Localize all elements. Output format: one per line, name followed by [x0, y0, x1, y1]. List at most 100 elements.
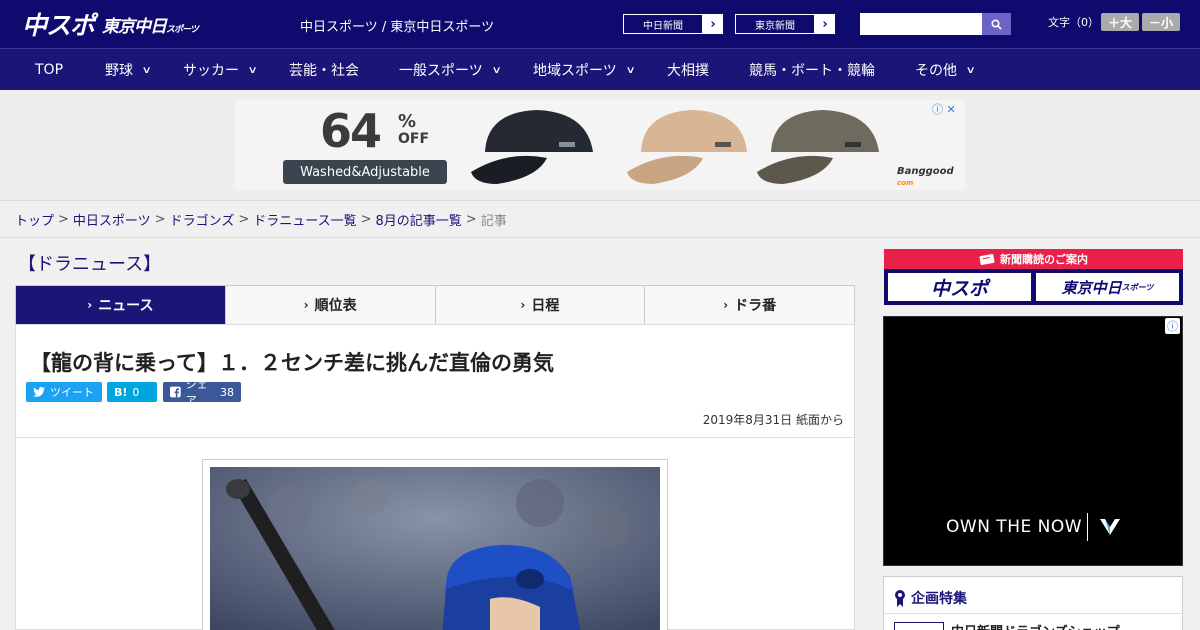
subscribe-tokyo-chunichi-button[interactable]: 東京中日 スポーツ — [1036, 273, 1179, 301]
cap-beige-image — [627, 110, 747, 184]
nav-item-label: TOP — [35, 62, 64, 78]
tab-label: ドラ番 — [734, 298, 777, 314]
nav-item-label: 大相撲 — [667, 63, 709, 79]
breadcrumb-current: 記事 — [480, 213, 507, 229]
nav-item-label: 一般スポーツ — [399, 63, 483, 79]
nav-item-sumo[interactable]: 大相撲 — [667, 49, 709, 91]
subscribe-chunichi-sports-button[interactable]: 中スポ — [888, 273, 1031, 301]
chevron-down-icon: ∨ — [491, 64, 502, 76]
main-nav: TOP 野球 ∨ サッカー ∨ 芸能・社会 一般スポーツ ∨ 地域スポーツ ∨ 大相撲 … — [0, 48, 1200, 90]
feature-thumbnail[interactable] — [894, 622, 944, 630]
nav-item-label: その他 — [915, 63, 957, 79]
tab-label: ニュース — [98, 298, 154, 314]
feature-box: 企画特集 中日新聞ドラゴンズショップ — [883, 576, 1183, 630]
chevron-right-icon: › — [710, 16, 716, 32]
nav-item-local-sports[interactable]: 地域スポーツ ∨ — [533, 49, 636, 91]
breadcrumb-link-top[interactable]: トップ — [15, 210, 54, 229]
breadcrumb-link-august-articles[interactable]: 8月の記事一覧 — [376, 210, 462, 229]
chevron-right-icon: › — [723, 298, 729, 312]
logo-tokyo-chunichi: 東京中日スポーツ — [102, 16, 199, 37]
nav-item-label: サッカー — [183, 63, 239, 79]
breadcrumb-link-dora-news-list[interactable]: ドラニュース一覧 — [253, 210, 356, 229]
facebook-icon — [170, 386, 181, 398]
chunichi-shimbun-link[interactable]: 中日新聞 › — [622, 13, 724, 35]
article-card: 【龍の背に乗って】１．２センチ差に挑んだ直倫の勇気 ツイート B! 0 シェア … — [15, 324, 855, 630]
search-button[interactable] — [982, 13, 1011, 35]
ad-close-icon[interactable]: ⓘ ✕ — [932, 101, 956, 117]
chunichi-shimbun-label: 中日新聞 — [623, 14, 703, 34]
facebook-share-button[interactable]: シェア 38 — [163, 378, 241, 407]
chevron-down-icon: ∨ — [625, 64, 636, 76]
breadcrumb-separator: > — [238, 211, 250, 227]
feature-item-dragons-shop[interactable]: 中日新聞ドラゴンズショップ — [951, 621, 1120, 630]
breadcrumb-separator: > — [154, 211, 166, 227]
subscription-box: 新聞購読のご案内 中スポ 東京中日 スポーツ — [884, 249, 1183, 305]
chevron-down-icon: ∨ — [965, 64, 976, 76]
subscription-title: 新聞購読のご案内 — [1000, 253, 1088, 266]
nav-item-general-sports[interactable]: 一般スポーツ ∨ — [399, 49, 502, 91]
hatena-bookmark-button[interactable]: B! 0 — [107, 382, 157, 402]
cap-black-image — [471, 110, 593, 184]
ad-banner: 64 % OFF Washed&Adjustable Banggood com ⓘ … — [0, 90, 1200, 200]
chevron-right-icon: › — [303, 298, 309, 312]
site-header: 中スポ 東京中日スポーツ 中日スポーツ / 東京中日スポーツ 中日新聞 › 東京… — [0, 0, 1200, 48]
tab-standings[interactable]: › 順位表 — [224, 286, 435, 324]
font-larger-button[interactable]: ＋大 — [1101, 13, 1139, 31]
search-icon — [991, 18, 1002, 30]
site-title: 中日スポーツ / 東京中日スポーツ — [300, 20, 495, 35]
nav-item-soccer[interactable]: サッカー ∨ — [183, 49, 258, 91]
breadcrumb-separator: > — [58, 211, 69, 227]
hatena-count: 0 — [132, 385, 140, 399]
breadcrumb-link-chunichi-sports[interactable]: 中日スポーツ — [73, 210, 151, 229]
ad-discount-suffix: % OFF — [398, 111, 430, 148]
site-logo[interactable]: 中スポ 東京中日スポーツ — [22, 8, 199, 40]
sidebar-ad-text: OWN THE NOW — [946, 517, 1083, 537]
article-headline: 【龍の背に乗って】１．２センチ差に挑んだ直倫の勇気 — [30, 351, 554, 375]
tokyo-shimbun-link[interactable]: 東京新聞 › — [734, 13, 836, 35]
feature-title: 企画特集 — [894, 588, 967, 608]
hatena-icon: B! — [114, 385, 128, 399]
divider — [884, 613, 1182, 614]
ad-discount-percent: 64 — [320, 104, 382, 158]
section-title: 【ドラニュース】 — [18, 254, 162, 275]
nav-item-racing[interactable]: 競馬・ボート・競輪 — [749, 49, 875, 91]
chevron-down-icon: ∨ — [141, 64, 152, 76]
batter-photo-image — [210, 467, 660, 630]
article-photo[interactable] — [210, 467, 660, 630]
tweet-button[interactable]: ツイート — [26, 382, 102, 402]
nav-item-entertainment[interactable]: 芸能・社会 — [289, 49, 359, 91]
nav-item-label: 芸能・社会 — [289, 63, 359, 79]
tab-dora-ban[interactable]: › ドラ番 — [644, 286, 854, 324]
sidebar-ad[interactable]: ⓘ OWN THE NOW — [883, 316, 1183, 566]
ticket-icon — [979, 253, 995, 265]
tab-label: 順位表 — [314, 298, 357, 314]
chevron-down-icon: ∨ — [247, 64, 258, 76]
nav-item-label: 野球 — [105, 63, 133, 79]
tab-schedule[interactable]: › 日程 — [434, 286, 645, 324]
section-tabs: › ニュース › 順位表 › 日程 › ドラ番 — [15, 285, 855, 331]
nav-item-label: 地域スポーツ — [533, 63, 617, 79]
divider — [16, 437, 854, 438]
breadcrumb-link-dragons[interactable]: ドラゴンズ — [170, 210, 235, 229]
ad-info-icon[interactable]: ⓘ — [1165, 318, 1180, 334]
font-size-label: 文字（0） — [1048, 16, 1099, 29]
ad-tagline: Washed&Adjustable — [283, 160, 447, 184]
font-smaller-button[interactable]: －小 — [1142, 13, 1180, 31]
chevron-right-icon: › — [822, 16, 828, 32]
article-date: 2019年8月31日 紙面から — [702, 413, 844, 427]
award-ribbon-icon — [895, 590, 905, 607]
cap-olive-image — [757, 110, 879, 184]
nav-item-top[interactable]: TOP — [35, 49, 63, 91]
tab-label: 日程 — [531, 298, 560, 314]
article-photo-frame — [202, 459, 668, 630]
nav-item-label: 競馬・ボート・競輪 — [749, 63, 875, 79]
nav-item-baseball[interactable]: 野球 ∨ — [105, 49, 152, 91]
ad-creative[interactable]: 64 % OFF Washed&Adjustable Banggood com ⓘ … — [235, 100, 965, 190]
ad-brand-logo: Banggood com — [897, 166, 954, 187]
facebook-share-label: シェア — [185, 378, 208, 407]
tab-news[interactable]: › ニュース — [16, 286, 225, 331]
search-input[interactable] — [860, 13, 982, 35]
logo-chunichi-sports: 中スポ — [22, 11, 95, 40]
breadcrumb-separator: > — [360, 211, 372, 227]
nav-item-other[interactable]: その他 ∨ — [915, 49, 976, 91]
